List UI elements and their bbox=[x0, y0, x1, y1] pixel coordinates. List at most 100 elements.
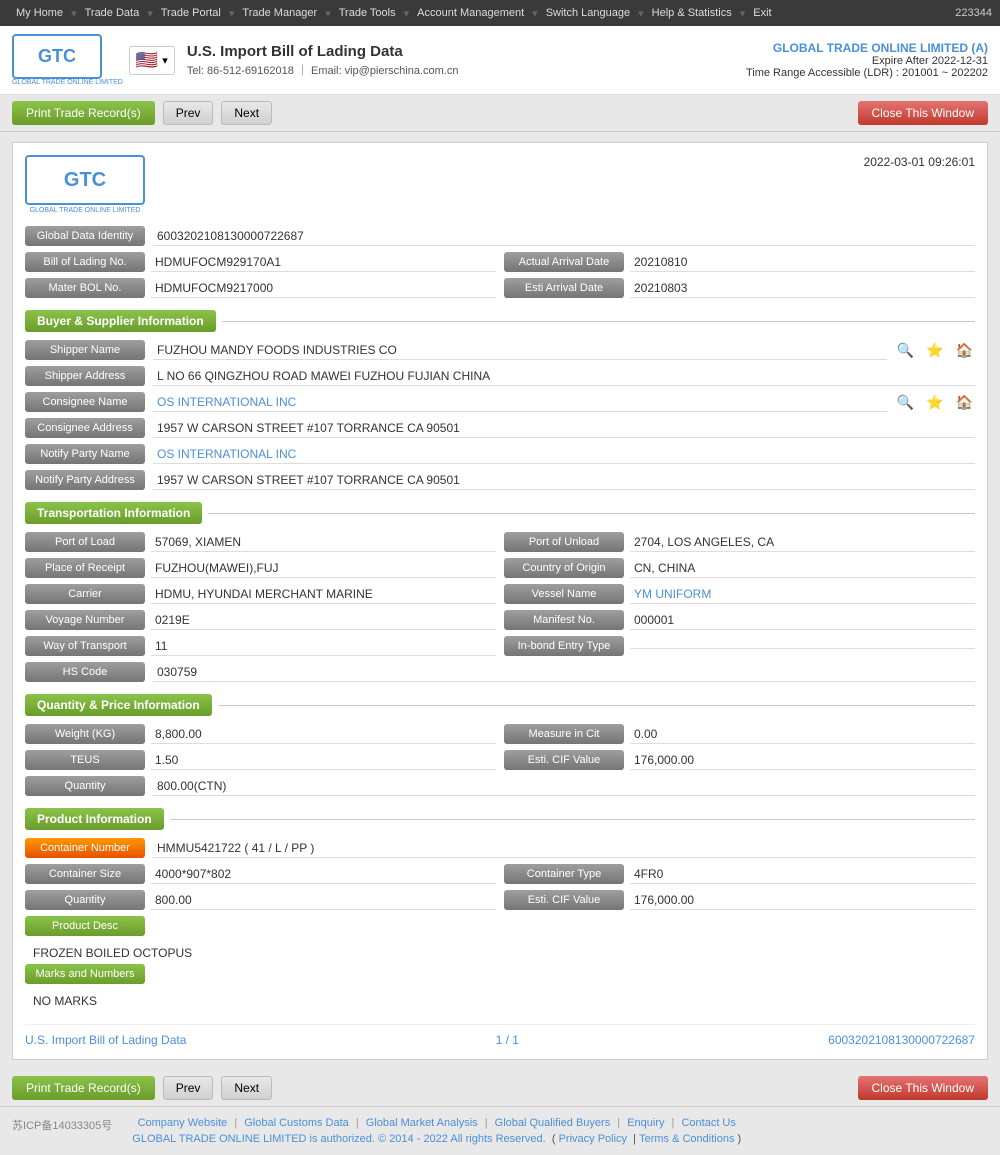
footer-link-market[interactable]: Global Market Analysis bbox=[366, 1117, 478, 1129]
print-button-bottom[interactable]: Print Trade Record(s) bbox=[12, 1076, 155, 1100]
record-card: GTC GLOBAL TRADE ONLINE LIMITED 2022-03-… bbox=[12, 142, 988, 1060]
next-button-bottom[interactable]: Next bbox=[221, 1076, 272, 1100]
flag-dropdown-arrow: ▾ bbox=[162, 54, 168, 67]
carrier-label: Carrier bbox=[25, 584, 145, 604]
place-of-receipt-value: FUZHOU(MAWEI),FUJ bbox=[151, 559, 496, 578]
flag-icon: 🇺🇸 bbox=[136, 50, 158, 71]
nav-trade-data[interactable]: Trade Data bbox=[77, 7, 148, 19]
expiry-date: Expire After 2022-12-31 bbox=[746, 55, 988, 67]
vessel-name-value: YM UNIFORM bbox=[630, 585, 975, 604]
vessel-name-label: Vessel Name bbox=[504, 584, 624, 604]
time-range: Time Range Accessible (LDR) : 201001 ~ 2… bbox=[746, 67, 988, 79]
shipper-home-icon[interactable]: 🏠 bbox=[954, 342, 975, 359]
icp-number: 苏ICP备14033305号 bbox=[12, 1117, 112, 1133]
nav-my-home[interactable]: My Home bbox=[8, 7, 71, 19]
consignee-address-label: Consignee Address bbox=[25, 418, 145, 438]
actual-arrival-label: Actual Arrival Date bbox=[504, 252, 624, 272]
teus-label: TEUS bbox=[25, 750, 145, 770]
measure-cit-value: 0.00 bbox=[630, 725, 975, 744]
consignee-star-icon[interactable]: ⭐ bbox=[924, 394, 945, 411]
footer-link-enquiry[interactable]: Enquiry bbox=[627, 1117, 664, 1129]
notify-party-name-value: OS INTERNATIONAL INC bbox=[153, 445, 975, 464]
bill-of-lading-value: HDMUFOCM929170A1 bbox=[151, 253, 496, 272]
print-button-top[interactable]: Print Trade Record(s) bbox=[12, 101, 155, 125]
mater-bol-col: Mater BOL No. HDMUFOCM9217000 bbox=[25, 278, 496, 298]
prev-button-bottom[interactable]: Prev bbox=[163, 1076, 214, 1100]
actual-arrival-value: 20210810 bbox=[630, 253, 975, 272]
container-size-label: Container Size bbox=[25, 864, 145, 884]
prod-qty-label: Quantity bbox=[25, 890, 145, 910]
section-divider-2 bbox=[208, 513, 975, 514]
nav-switch-language[interactable]: Switch Language bbox=[538, 7, 638, 19]
way-of-transport-label: Way of Transport bbox=[25, 636, 145, 656]
prev-button-top[interactable]: Prev bbox=[163, 101, 214, 125]
nav-exit[interactable]: Exit bbox=[745, 7, 779, 19]
footer-link-customs[interactable]: Global Customs Data bbox=[244, 1117, 349, 1129]
privacy-policy-link[interactable]: Privacy Policy bbox=[559, 1133, 627, 1145]
close-button-bottom[interactable]: Close This Window bbox=[858, 1076, 988, 1100]
measure-cit-label: Measure in Cit bbox=[504, 724, 624, 744]
shipper-address-value: L NO 66 QINGZHOU ROAD MAWEI FUZHOU FUJIA… bbox=[153, 367, 975, 386]
header-right: GLOBAL TRADE ONLINE LIMITED (A) Expire A… bbox=[746, 41, 988, 79]
consignee-name-value: OS INTERNATIONAL INC bbox=[153, 393, 887, 412]
consignee-name-label: Consignee Name bbox=[25, 392, 145, 412]
page-header: GTC GLOBAL TRADE ONLINE LIMITED 🇺🇸 ▾ U.S… bbox=[0, 26, 1000, 95]
footer-link-company[interactable]: Company Website bbox=[138, 1117, 228, 1129]
shipper-star-icon[interactable]: ⭐ bbox=[924, 342, 945, 359]
country-of-origin-value: CN, CHINA bbox=[630, 559, 975, 578]
footer-links: Company Website | Global Customs Data | … bbox=[132, 1117, 741, 1129]
logo-sub: GLOBAL TRADE ONLINE LIMITED bbox=[12, 79, 123, 86]
footer-copy: GLOBAL TRADE ONLINE LIMITED is authorize… bbox=[132, 1133, 741, 1145]
country-of-origin-label: Country of Origin bbox=[504, 558, 624, 578]
container-number-label: Container Number bbox=[25, 838, 145, 858]
buyer-supplier-title: Buyer & Supplier Information bbox=[25, 310, 216, 332]
teus-value: 1.50 bbox=[151, 751, 496, 770]
hs-code-row: HS Code 030759 bbox=[25, 662, 975, 682]
qty-price-section-header: Quantity & Price Information bbox=[25, 694, 975, 716]
in-bond-entry-value bbox=[630, 644, 975, 649]
port-of-load-value: 57069, XIAMEN bbox=[151, 533, 496, 552]
close-button-top[interactable]: Close This Window bbox=[858, 101, 988, 125]
arrival-col: Actual Arrival Date 20210810 bbox=[504, 252, 975, 272]
footer-link-buyers[interactable]: Global Qualified Buyers bbox=[495, 1117, 611, 1129]
top-navigation: My Home ▾ Trade Data ▾ Trade Portal ▾ Tr… bbox=[0, 0, 1000, 26]
footer-id: 6003202108130000722687 bbox=[828, 1033, 975, 1047]
prod-esti-cif-label: Esti. CIF Value bbox=[504, 890, 624, 910]
nav-account-management[interactable]: Account Management bbox=[409, 7, 532, 19]
global-data-identity-row: Global Data Identity 6003202108130000722… bbox=[25, 226, 975, 246]
container-size-value: 4000*907*802 bbox=[151, 865, 496, 884]
carrier-value: HDMU, HYUNDAI MERCHANT MARINE bbox=[151, 585, 496, 604]
header-title-area: U.S. Import Bill of Lading Data Tel: 86-… bbox=[187, 43, 459, 78]
prod-qty-cif-row: Quantity 800.00 Esti. CIF Value 176,000.… bbox=[25, 890, 975, 910]
esti-arrival-col: Esti Arrival Date 20210803 bbox=[504, 278, 975, 298]
transport-title: Transportation Information bbox=[25, 502, 202, 524]
record-logo: GTC bbox=[25, 155, 145, 205]
shipper-search-icon[interactable]: 🔍 bbox=[895, 342, 916, 359]
port-of-unload-label: Port of Unload bbox=[504, 532, 624, 552]
logo: GTC bbox=[12, 34, 102, 79]
buyer-supplier-section-header: Buyer & Supplier Information bbox=[25, 310, 975, 332]
shipper-name-row: Shipper Name FUZHOU MANDY FOODS INDUSTRI… bbox=[25, 340, 975, 360]
footer-bottom: 苏ICP备14033305号 Company Website | Global … bbox=[12, 1113, 988, 1149]
section-divider bbox=[222, 321, 975, 322]
nav-help[interactable]: Help & Statistics bbox=[644, 7, 740, 19]
voyage-manifest-row: Voyage Number 0219E Manifest No. 000001 bbox=[25, 610, 975, 630]
page-title: U.S. Import Bill of Lading Data bbox=[187, 43, 459, 60]
global-data-identity-value: 6003202108130000722687 bbox=[153, 227, 975, 246]
weight-kg-label: Weight (KG) bbox=[25, 724, 145, 744]
nav-trade-manager[interactable]: Trade Manager bbox=[234, 7, 325, 19]
next-button-top[interactable]: Next bbox=[221, 101, 272, 125]
footer-source: U.S. Import Bill of Lading Data bbox=[25, 1033, 186, 1047]
footer-page: 1 / 1 bbox=[496, 1033, 519, 1047]
global-data-identity-label: Global Data Identity bbox=[25, 226, 145, 246]
consignee-home-icon[interactable]: 🏠 bbox=[954, 394, 975, 411]
container-number-value: HMMU5421722 ( 41 / L / PP ) bbox=[153, 839, 975, 858]
nav-trade-tools[interactable]: Trade Tools bbox=[331, 7, 404, 19]
nav-trade-portal[interactable]: Trade Portal bbox=[153, 7, 229, 19]
language-flag-button[interactable]: 🇺🇸 ▾ bbox=[129, 46, 175, 75]
bottom-toolbar: Print Trade Record(s) Prev Next Close Th… bbox=[0, 1070, 1000, 1107]
marks-label: Marks and Numbers bbox=[25, 964, 145, 984]
footer-link-contact[interactable]: Contact Us bbox=[681, 1117, 735, 1129]
terms-link[interactable]: Terms & Conditions bbox=[639, 1133, 734, 1145]
consignee-search-icon[interactable]: 🔍 bbox=[895, 394, 916, 411]
